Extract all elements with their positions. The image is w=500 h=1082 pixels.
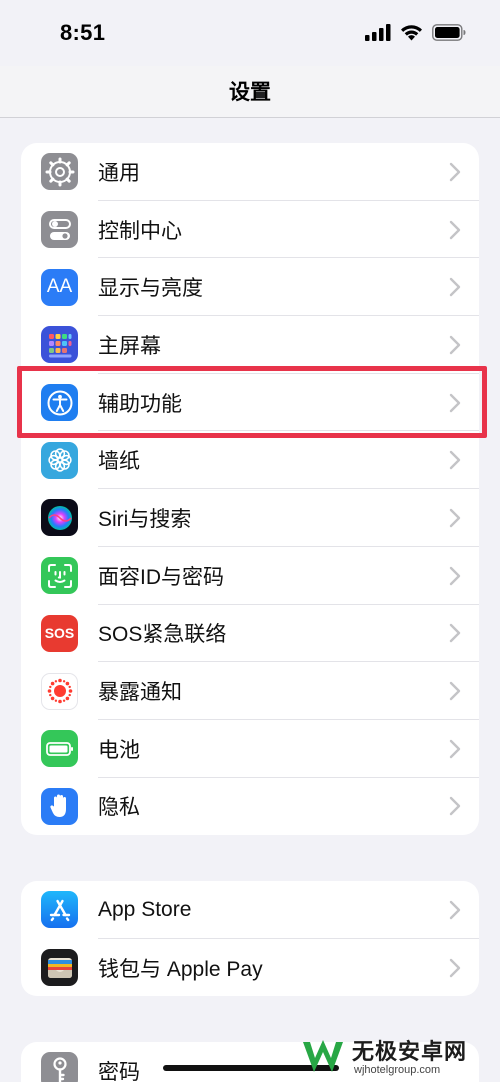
hand-icon	[41, 787, 78, 825]
settings-row-privacy[interactable]: 隐私	[21, 778, 479, 835]
settings-row-label: 墙纸	[98, 450, 140, 474]
settings-row-label: 主屏幕	[98, 334, 161, 358]
settings-row-label: 隐私	[98, 796, 140, 820]
chevron-right-icon	[449, 162, 461, 182]
battery-status-icon	[432, 24, 466, 41]
exposure-icon	[41, 672, 78, 710]
settings-row-label: 钱包与 Apple Pay	[98, 957, 263, 981]
toggles-icon	[41, 211, 78, 249]
aa-text-icon: AA	[41, 268, 78, 306]
chevron-right-icon	[449, 508, 461, 528]
watermark-url: wjhotelgroup.com	[354, 1064, 441, 1076]
key-icon	[41, 1052, 78, 1082]
chevron-right-icon	[449, 451, 461, 470]
settings-row-general[interactable]: 通用	[21, 143, 479, 201]
settings-row-wallet-apple-pay[interactable]: 钱包与 Apple Pay	[21, 939, 479, 996]
status-bar: 8:51	[0, 0, 500, 66]
app-store-icon	[41, 891, 78, 929]
watermark-text: 无极安卓网	[352, 1040, 468, 1065]
settings-row-label: 暴露通知	[98, 681, 182, 705]
watermark: 无极安卓网 wjhotelgroup.com	[300, 1034, 490, 1080]
navigation-bar: 设置	[0, 66, 500, 118]
chevron-right-icon	[449, 393, 461, 412]
status-icons	[365, 24, 466, 41]
gear-icon	[41, 153, 78, 191]
settings-row-control-center[interactable]: 控制中心	[21, 201, 479, 259]
settings-row-label: 通用	[98, 161, 140, 185]
settings-row-label: 面容ID与密码	[98, 565, 224, 589]
siri-icon	[41, 499, 78, 537]
settings-row-label: 辅助功能	[98, 392, 182, 416]
chevron-right-icon	[449, 681, 461, 701]
settings-row-battery[interactable]: 电池	[21, 720, 479, 778]
settings-row-siri-search[interactable]: Siri与搜索	[21, 489, 479, 547]
settings-row-exposure-notifications[interactable]: 暴露通知	[21, 662, 479, 720]
cellular-signal-icon	[365, 24, 391, 41]
chevron-right-icon	[449, 624, 461, 643]
settings-group-main: 通用 控制中心 AA 显示与亮度 主屏幕 辅助功能 墙纸 Siri与搜索 面容I…	[21, 143, 479, 835]
watermark-logo-icon	[303, 1040, 343, 1072]
wifi-icon	[401, 25, 422, 41]
wallet-icon	[41, 949, 78, 987]
chevron-right-icon	[449, 220, 461, 239]
settings-row-accessibility[interactable]: 辅助功能	[21, 374, 479, 432]
status-time: 8:51	[60, 20, 106, 45]
settings-row-home-screen[interactable]: 主屏幕	[21, 316, 479, 374]
chevron-right-icon	[449, 335, 461, 355]
battery-icon	[41, 730, 78, 768]
settings-row-wallpaper[interactable]: 墙纸	[21, 431, 479, 490]
flower-icon	[41, 441, 78, 479]
chevron-right-icon	[449, 739, 461, 758]
chevron-right-icon	[449, 958, 461, 977]
settings-row-emergency-sos[interactable]: SOS SOS紧急联络	[21, 605, 479, 663]
settings-row-app-store[interactable]: App Store	[21, 881, 479, 939]
sos-icon-text: SOS	[44, 625, 75, 642]
chevron-right-icon	[449, 278, 461, 297]
app-grid-icon	[41, 326, 78, 364]
settings-row-label: 显示与亮度	[98, 277, 203, 301]
settings-row-face-id-passcode[interactable]: 面容ID与密码	[21, 547, 479, 605]
chevron-right-icon	[449, 797, 461, 816]
settings-row-label: Siri与搜索	[98, 507, 192, 531]
settings-row-label: 密码	[98, 1060, 140, 1082]
page-title: 设置	[229, 81, 271, 104]
settings-row-display-brightness[interactable]: AA 显示与亮度	[21, 258, 479, 317]
accessibility-icon	[41, 384, 78, 422]
chevron-right-icon	[449, 566, 461, 585]
settings-row-label: 控制中心	[98, 219, 182, 243]
chevron-right-icon	[449, 900, 461, 920]
settings-group-store: App Store 钱包与 Apple Pay	[21, 881, 479, 996]
sos-icon: SOS	[41, 614, 78, 652]
settings-row-label: SOS紧急联络	[98, 623, 227, 647]
face-id-icon	[41, 557, 78, 595]
settings-row-label: App Store	[98, 897, 192, 921]
settings-row-label: 电池	[98, 738, 140, 762]
